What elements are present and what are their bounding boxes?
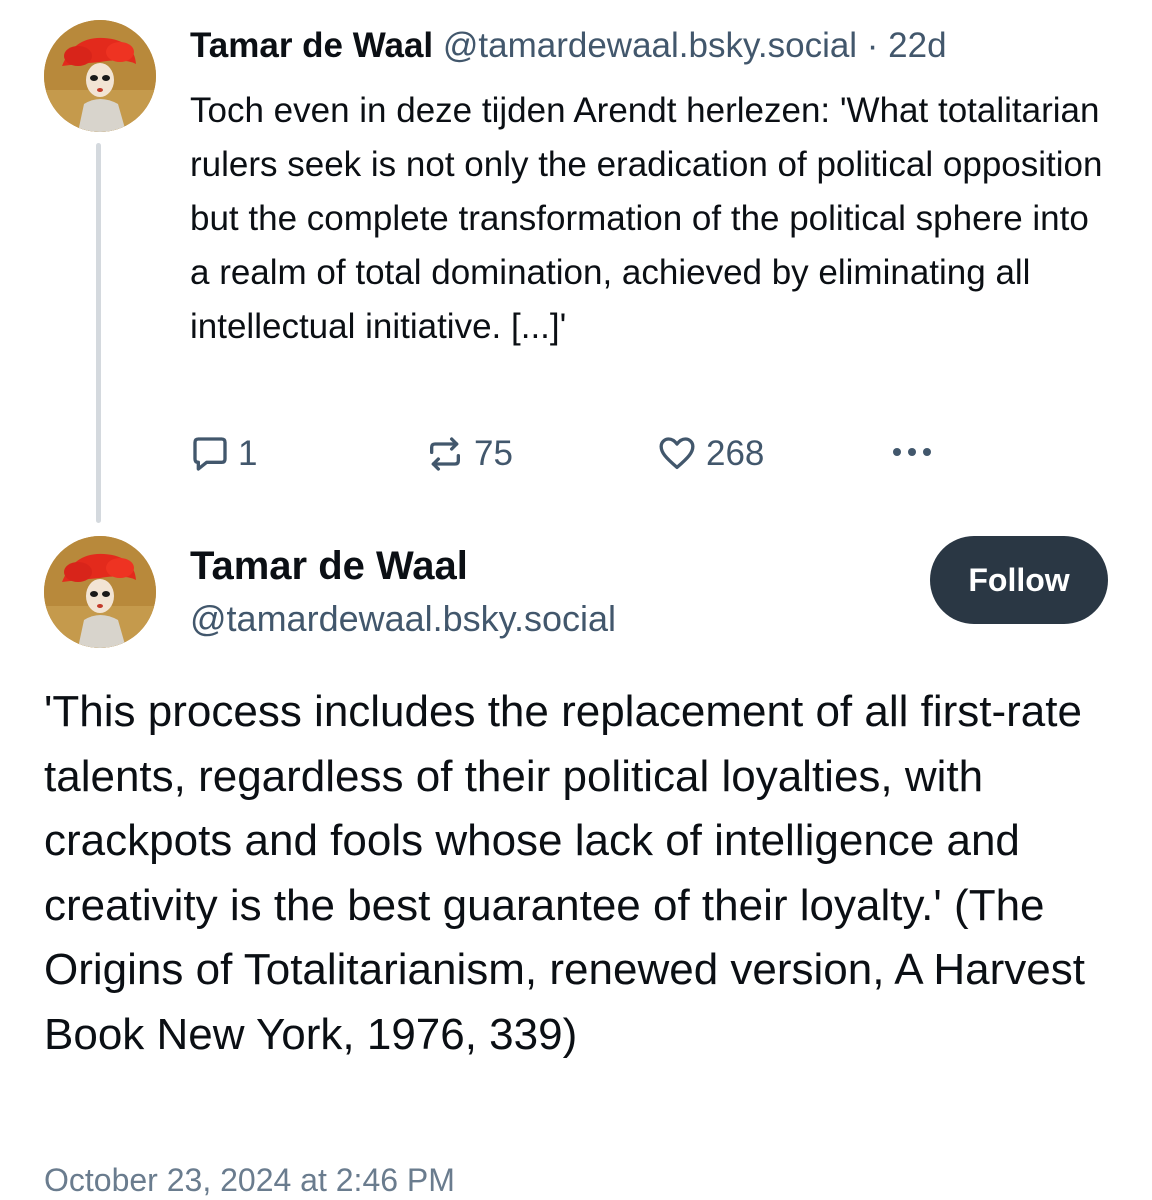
thread-connector-line <box>96 143 101 523</box>
post-timestamp: October 23, 2024 at 2:46 PM <box>44 1162 455 1198</box>
main-author-avatar[interactable] <box>44 536 156 648</box>
reply-count: 1 <box>238 434 258 473</box>
avatar-image <box>44 20 156 132</box>
author-avatar[interactable] <box>44 20 156 132</box>
main-author-handle[interactable]: @tamardewaal.bsky.social <box>190 596 616 642</box>
repost-icon <box>430 437 460 471</box>
parent-post-header: Tamar de Waal @tamardewaal.bsky.social ·… <box>190 24 947 68</box>
like-button[interactable]: 268 <box>656 428 764 480</box>
like-count: 268 <box>706 434 765 473</box>
reply-button[interactable]: 1 <box>190 428 257 480</box>
heart-icon <box>659 437 695 469</box>
parent-author-name[interactable]: Tamar de Waal <box>190 26 433 65</box>
post-thread-view: Tamar de Waal @tamardewaal.bsky.social ·… <box>0 0 1152 1200</box>
repost-count: 75 <box>474 434 513 473</box>
more-options-button[interactable] <box>890 426 938 478</box>
repost-button[interactable]: 75 <box>424 428 513 480</box>
reply-icon <box>193 437 227 471</box>
parent-post-text: Toch even in deze tijden Arendt herlezen… <box>190 91 1103 346</box>
main-author-name[interactable]: Tamar de Waal <box>190 542 468 590</box>
parent-author-meta: @tamardewaal.bsky.social · 22d <box>442 26 947 65</box>
follow-button[interactable]: Follow <box>930 536 1108 624</box>
more-options-icon <box>893 448 931 456</box>
main-post-text: 'This process includes the replacement o… <box>44 687 1085 1059</box>
avatar-image <box>44 536 156 648</box>
